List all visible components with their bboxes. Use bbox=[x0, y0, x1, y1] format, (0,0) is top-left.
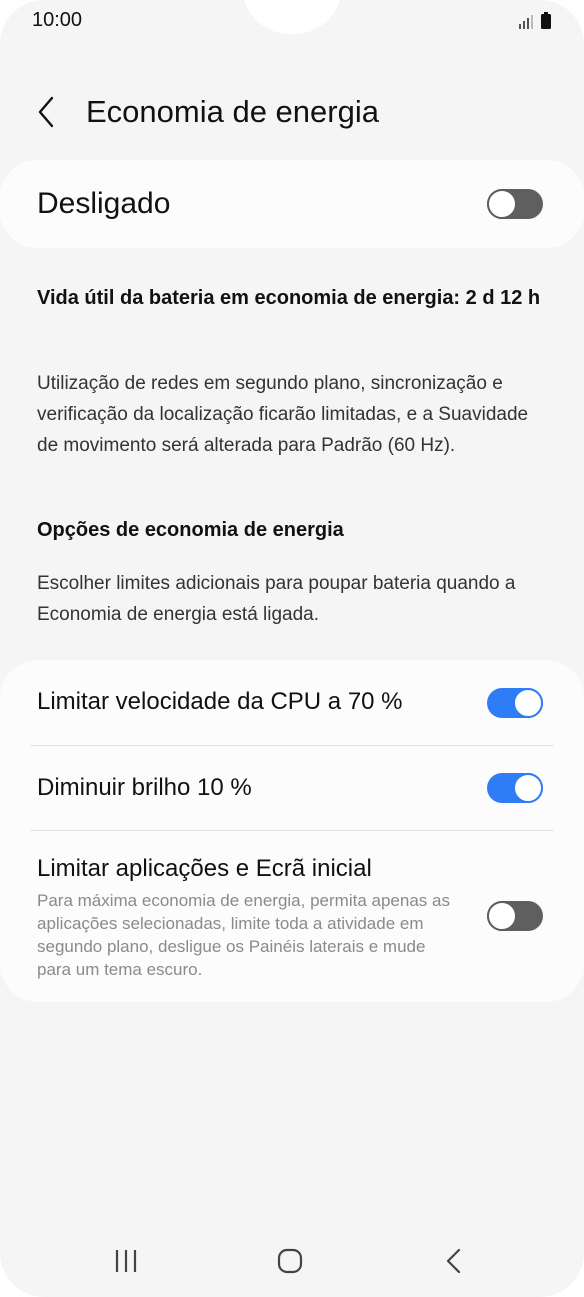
toggle-knob bbox=[487, 189, 517, 219]
master-toggle[interactable] bbox=[487, 189, 543, 219]
chevron-left-icon[interactable] bbox=[32, 94, 62, 130]
battery-icon bbox=[541, 12, 551, 29]
limit-cpu-toggle[interactable] bbox=[487, 688, 543, 718]
status-icons bbox=[518, 12, 552, 29]
limit-apps-toggle[interactable] bbox=[487, 901, 543, 931]
option-limit-apps[interactable]: Limitar aplicações e Ecrã inicial Para m… bbox=[0, 831, 584, 1002]
options-description: Escolher limites adicionais para poupar … bbox=[37, 573, 516, 625]
options-heading: Opções de economia de energia bbox=[37, 519, 344, 541]
toggle-knob bbox=[487, 901, 517, 931]
back-icon[interactable] bbox=[434, 1244, 474, 1278]
option-reduce-brightness[interactable]: Diminuir brilho 10 % bbox=[0, 746, 584, 830]
toggle-knob bbox=[513, 688, 543, 718]
option-label: Diminuir brilho 10 % bbox=[37, 774, 252, 801]
phone-screen: 10:00 Economia de energia Desligado Vida… bbox=[0, 0, 584, 1297]
master-switch-label: Desligado bbox=[37, 187, 171, 220]
option-limit-cpu[interactable]: Limitar velocidade da CPU a 70 % bbox=[0, 660, 584, 745]
page-title: Economia de energia bbox=[86, 94, 379, 129]
status-bar: 10:00 bbox=[0, 0, 584, 40]
master-switch-card[interactable]: Desligado bbox=[0, 160, 584, 248]
option-label: Limitar velocidade da CPU a 70 % bbox=[37, 688, 403, 715]
app-header: Economia de energia bbox=[0, 80, 584, 150]
reduce-brightness-toggle[interactable] bbox=[487, 773, 543, 803]
toggle-knob bbox=[513, 773, 543, 803]
status-time: 10:00 bbox=[32, 9, 83, 31]
power-saving-description: Utilização de redes em segundo plano, si… bbox=[37, 373, 529, 456]
home-icon[interactable] bbox=[270, 1244, 310, 1278]
signal-icon bbox=[519, 15, 533, 29]
option-sublabel: Para máxima economia de energia, permita… bbox=[37, 891, 450, 979]
recent-apps-icon[interactable] bbox=[106, 1244, 146, 1278]
battery-life-estimate: Vida útil da bateria em economia de ener… bbox=[37, 287, 541, 309]
options-card: Limitar velocidade da CPU a 70 % Diminui… bbox=[0, 660, 584, 1002]
navigation-bar bbox=[0, 1230, 584, 1290]
option-label: Limitar aplicações e Ecrã inicial bbox=[37, 855, 372, 882]
